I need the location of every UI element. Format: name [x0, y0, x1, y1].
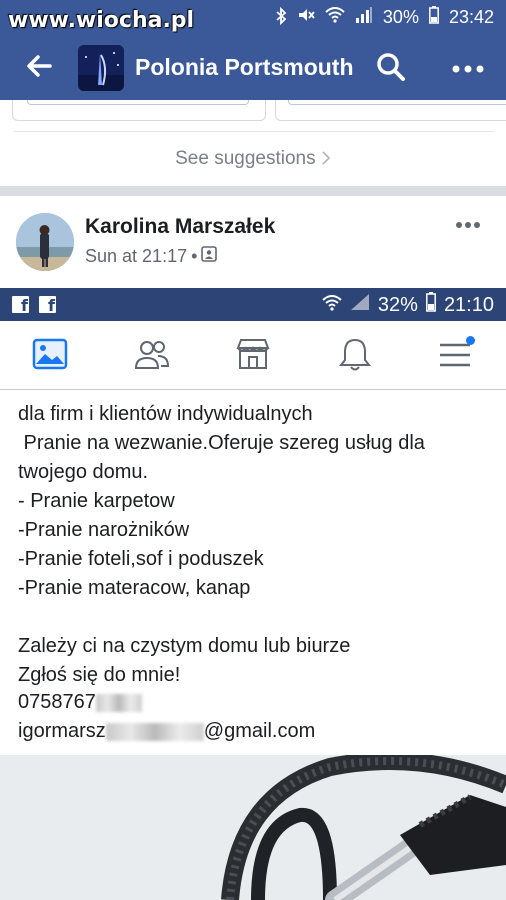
more-options-icon[interactable]: [452, 52, 484, 78]
post-line: dla firm i klientów indywidualnych: [18, 403, 313, 425]
inner-notification-icons: f f: [12, 296, 56, 313]
post-line: twojego domu.: [18, 461, 149, 483]
group-title[interactable]: Polonia Portsmouth: [135, 54, 354, 81]
wifi-icon: [325, 7, 345, 28]
post-line: -Pranie foteli,sof i poduszek: [18, 548, 264, 570]
see-suggestions-label: See suggestions: [175, 148, 316, 169]
inner-status-right: 32% 21:10: [322, 292, 494, 318]
feed-separator: [0, 186, 506, 196]
bluetooth-icon: [275, 6, 287, 29]
redacted-text: [95, 693, 142, 712]
post-line: Zależy ci na czystym domu lub biurze: [18, 635, 351, 657]
back-arrow-icon[interactable]: [26, 54, 52, 83]
wifi-icon: [322, 294, 342, 317]
mute-icon: [297, 6, 315, 29]
email-prefix: igormarsz: [18, 720, 106, 742]
clock: 21:10: [443, 293, 494, 316]
battery-icon: [425, 292, 436, 318]
signal-icon: [355, 7, 373, 28]
phone-visible: 0758767: [18, 691, 96, 713]
notification-dot: [466, 336, 475, 345]
suggestion-card[interactable]: [275, 100, 506, 121]
divider: [14, 131, 494, 132]
post-line: -Pranie materacow, kanap: [18, 577, 251, 599]
group-avatar[interactable]: [78, 45, 124, 91]
phone-number: 0758767: [18, 691, 142, 714]
news-feed-icon[interactable]: [32, 336, 68, 372]
post-line: Pranie na wezwanie.Oferuje szereg usług …: [18, 432, 425, 454]
group-audience-icon: [201, 246, 218, 267]
email-address[interactable]: igormarsz @gmail.com: [18, 720, 315, 743]
friends-icon[interactable]: [134, 336, 170, 372]
search-icon[interactable]: [376, 52, 406, 87]
post-timestamp[interactable]: Sun at 21:17: [85, 246, 187, 267]
battery-percent: 32%: [377, 293, 418, 316]
notifications-icon[interactable]: [337, 336, 373, 372]
signal-icon: [350, 293, 370, 317]
redacted-text: [105, 722, 204, 741]
see-suggestions-link[interactable]: See suggestions: [0, 148, 506, 170]
author-name[interactable]: Karolina Marszałek: [85, 215, 275, 239]
post-photo[interactable]: [0, 755, 506, 900]
chevron-right-icon: [321, 148, 331, 169]
meta-separator: •: [191, 246, 198, 266]
battery-icon: [429, 6, 439, 29]
status-bar: 30% 23:42: [275, 6, 494, 29]
facebook-icon: f: [12, 296, 29, 313]
marketplace-icon[interactable]: [235, 336, 271, 372]
avatar[interactable]: [16, 213, 74, 271]
facebook-icon: f: [39, 296, 56, 313]
post-meta: Sun at 21:17 •: [85, 246, 218, 267]
clock: 23:42: [448, 7, 494, 27]
post-line: - Pranie karpetow: [18, 490, 175, 512]
email-suffix: @gmail.com: [203, 720, 316, 742]
watermark: www.wiocha.pl: [8, 8, 195, 33]
post-options-icon[interactable]: [455, 214, 481, 232]
battery-percent: 30%: [382, 7, 419, 27]
suggestion-card[interactable]: [12, 100, 266, 121]
post-line: -Pranie narożników: [18, 519, 190, 541]
post-line: Zgłoś się do mnie!: [18, 664, 181, 686]
